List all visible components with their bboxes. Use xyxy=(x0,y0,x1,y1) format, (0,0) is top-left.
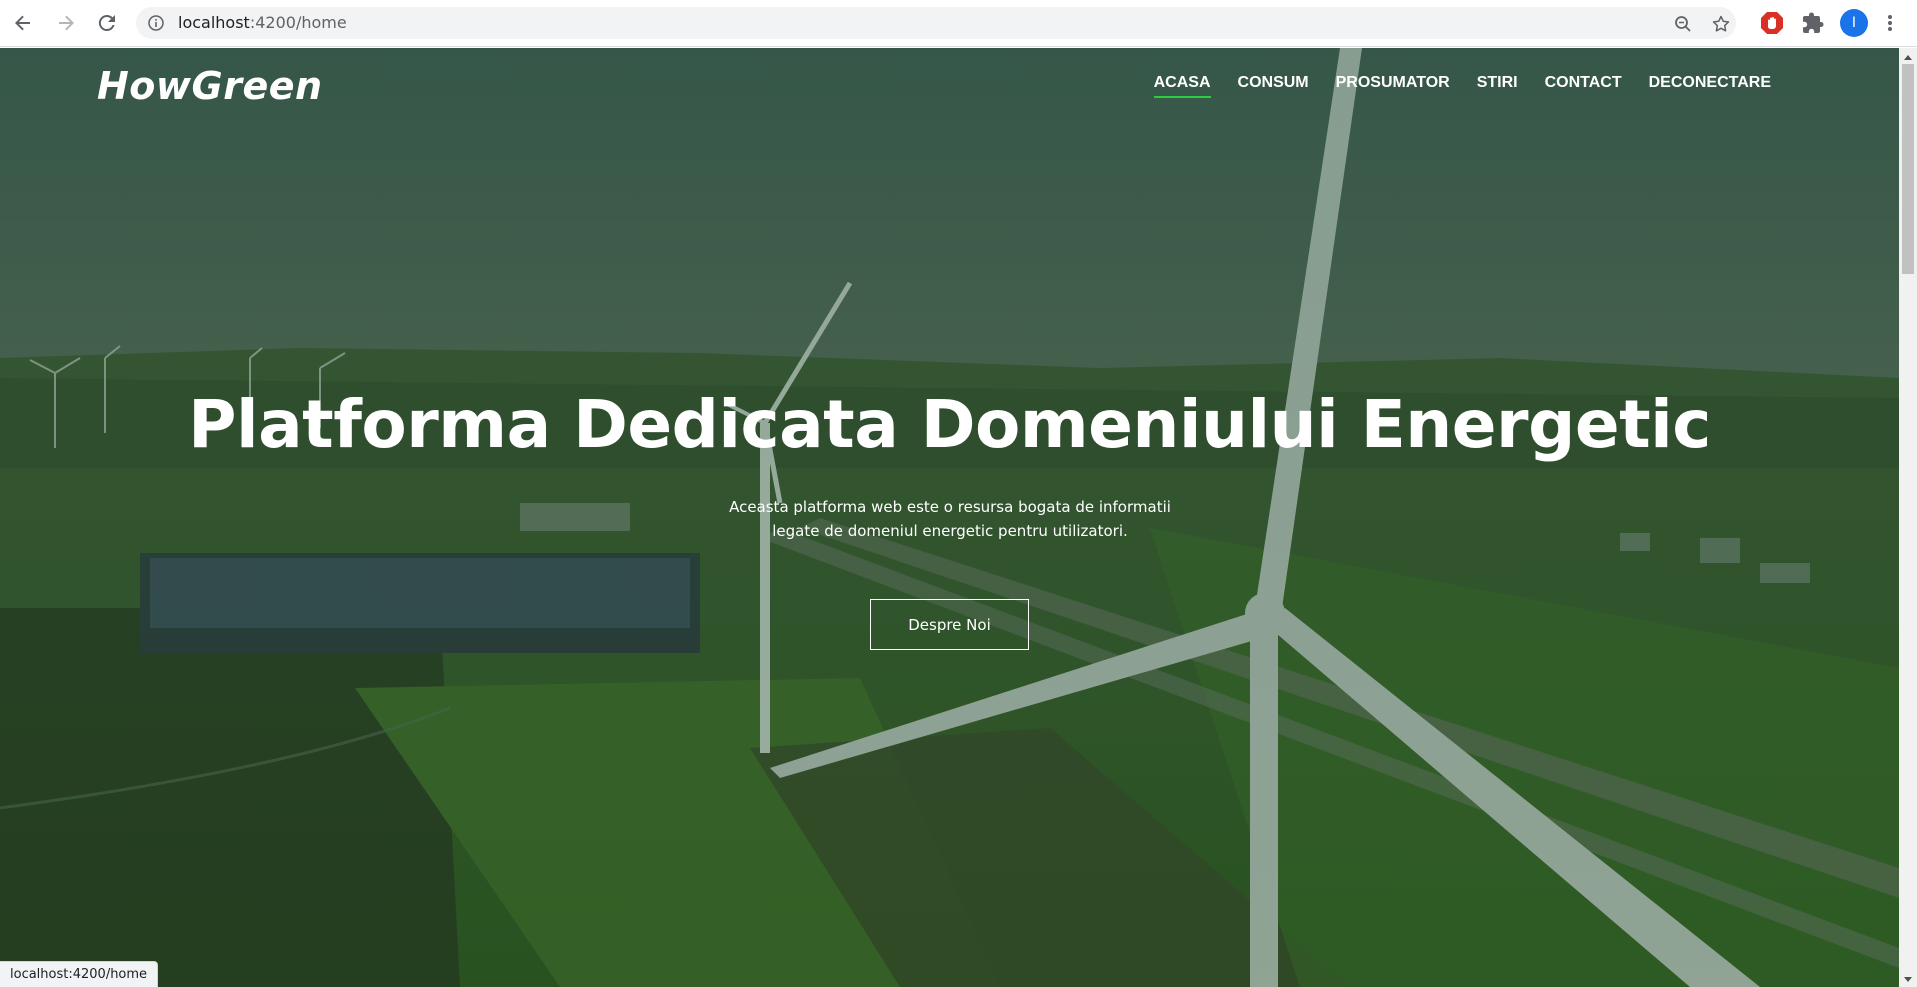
address-bar[interactable]: localhost:4200/home xyxy=(136,7,1736,39)
nav-contact[interactable]: CONTACT xyxy=(1545,74,1622,98)
forward-arrow-icon[interactable] xyxy=(53,10,79,36)
scrollbar-thumb[interactable] xyxy=(1902,64,1914,274)
info-icon[interactable] xyxy=(148,15,164,31)
kebab-menu-icon[interactable] xyxy=(1882,11,1898,35)
profile-avatar[interactable]: I xyxy=(1840,9,1868,37)
despre-noi-button[interactable]: Despre Noi xyxy=(870,599,1029,650)
url-text: localhost:4200/home xyxy=(178,13,347,32)
profile-initial: I xyxy=(1851,15,1857,31)
zoom-icon[interactable] xyxy=(1674,15,1692,33)
hero-subtitle-line2: legate de domeniul energetic pentru util… xyxy=(772,522,1128,540)
status-bar-url: localhost:4200/home xyxy=(0,961,159,987)
adblock-icon[interactable] xyxy=(1760,11,1784,35)
back-arrow-icon[interactable] xyxy=(10,10,36,36)
nav-deconectare[interactable]: DECONECTARE xyxy=(1649,74,1771,98)
extensions-icon[interactable] xyxy=(1801,11,1825,35)
page-viewport: HowGreen ACASA CONSUM PROSUMATOR STIRI C… xyxy=(0,48,1899,987)
main-nav: ACASA CONSUM PROSUMATOR STIRI CONTACT DE… xyxy=(1127,74,1771,98)
site-header: HowGreen ACASA CONSUM PROSUMATOR STIRI C… xyxy=(0,48,1899,128)
hero-subtitle-line1: Aceasta platforma web este o resursa bog… xyxy=(729,498,1171,516)
hero-title: Platforma Dedicata Domeniului Energetic xyxy=(188,386,1711,463)
browser-toolbar: localhost:4200/home I xyxy=(0,0,1917,47)
nav-stiri[interactable]: STIRI xyxy=(1477,74,1518,98)
nav-acasa[interactable]: ACASA xyxy=(1153,74,1211,98)
site-logo[interactable]: HowGreen xyxy=(97,64,323,108)
hero-subtitle: Aceasta platforma web este o resursa bog… xyxy=(700,495,1200,543)
scroll-down-arrow-icon[interactable] xyxy=(1902,973,1914,985)
scroll-up-arrow-icon[interactable] xyxy=(1902,52,1914,64)
reload-icon[interactable] xyxy=(94,10,120,36)
nav-consum[interactable]: CONSUM xyxy=(1238,74,1309,98)
star-icon[interactable] xyxy=(1712,15,1730,33)
nav-prosumator[interactable]: PROSUMATOR xyxy=(1336,74,1450,98)
